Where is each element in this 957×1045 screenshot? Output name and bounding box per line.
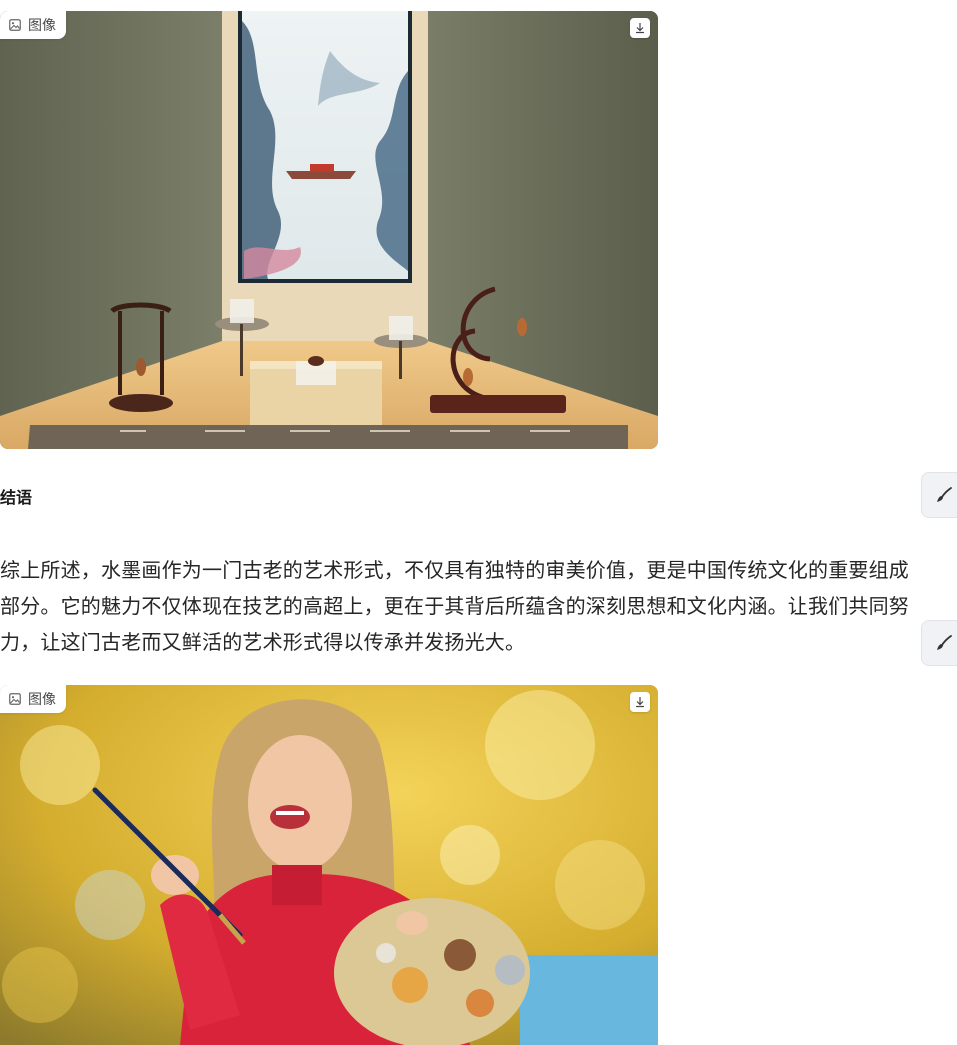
painter-illustration	[0, 685, 658, 1045]
section-heading: 结语	[0, 488, 33, 507]
image-icon	[9, 19, 21, 31]
edit-brush-button[interactable]	[921, 472, 957, 518]
conclusion-paragraph: 综上所述，水墨画作为一门古老的艺术形式，不仅具有独特的审美价值，更是中国传统文化…	[0, 558, 909, 654]
brush-icon	[937, 487, 952, 502]
painter-image[interactable]: 图像	[0, 685, 658, 1045]
museum-display-illustration	[0, 11, 658, 449]
download-icon	[636, 23, 644, 34]
download-button[interactable]	[630, 18, 650, 38]
image-badge-label: 图像	[28, 18, 56, 34]
download-icon	[636, 697, 644, 708]
edit-brush-button[interactable]	[921, 620, 957, 666]
image-badge-label: 图像	[28, 692, 56, 708]
image-badge: 图像	[0, 11, 66, 39]
image-icon	[9, 693, 21, 705]
brush-icon	[937, 635, 952, 650]
download-button[interactable]	[630, 692, 650, 712]
image-badge: 图像	[0, 685, 66, 713]
museum-display-image[interactable]: 图像	[0, 11, 658, 449]
